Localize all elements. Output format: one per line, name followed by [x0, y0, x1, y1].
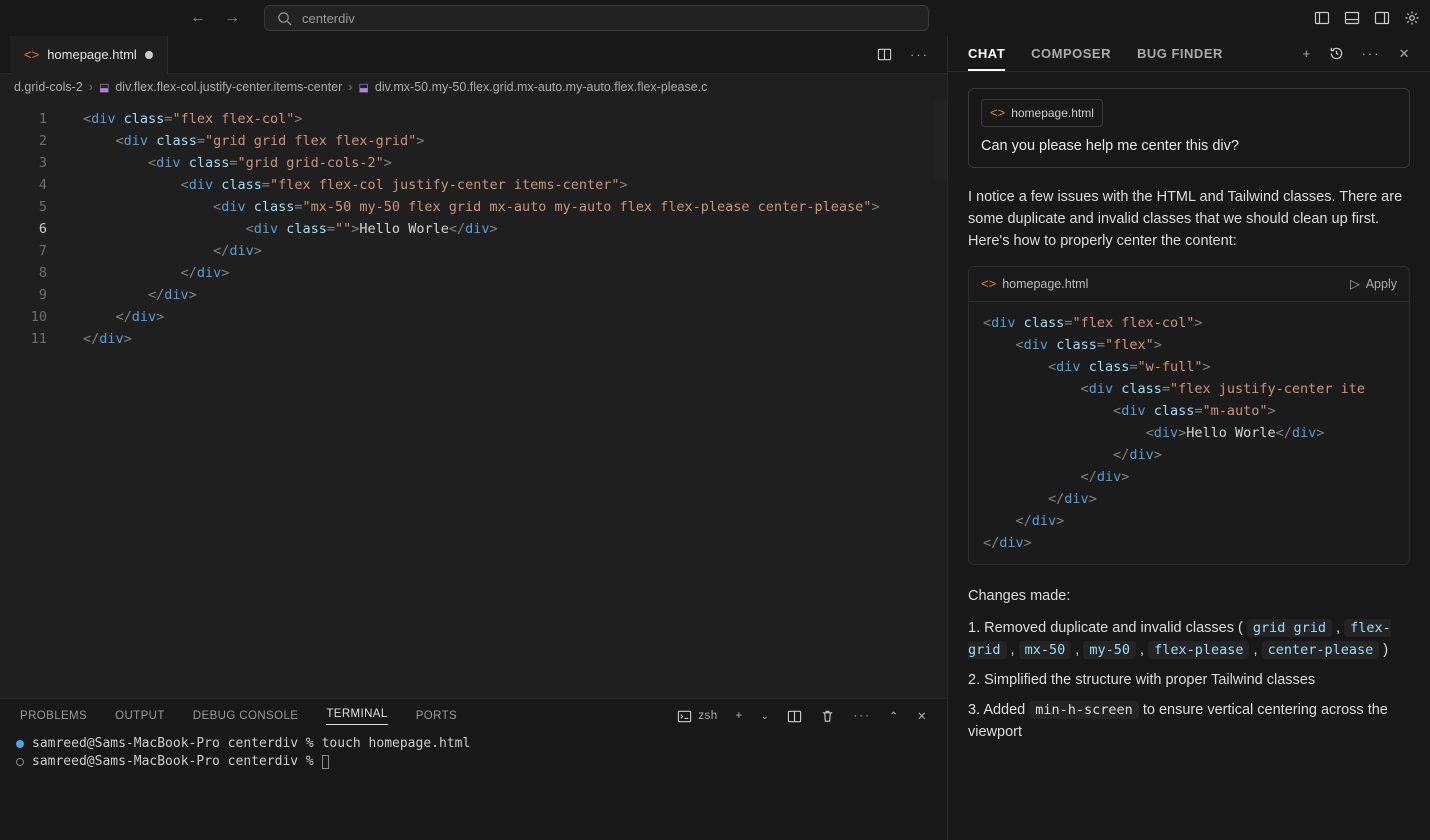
- titlebar: ← → centerdiv: [0, 0, 1430, 36]
- terminal-icon: [677, 709, 692, 724]
- changes-heading: Changes made:: [968, 585, 1410, 607]
- html-file-icon: <>: [990, 102, 1005, 124]
- html-file-icon: <>: [981, 273, 996, 295]
- code-file-label: homepage.html: [1002, 273, 1088, 295]
- tab-label: homepage.html: [47, 47, 137, 62]
- new-terminal-icon[interactable]: +: [736, 710, 743, 722]
- context-chip[interactable]: <>homepage.html: [981, 99, 1103, 127]
- apply-button[interactable]: ▷Apply: [1350, 273, 1397, 295]
- panel-tab-debug[interactable]: DEBUG CONSOLE: [193, 710, 299, 722]
- panel-tab-terminal[interactable]: TERMINAL: [326, 708, 387, 725]
- user-text: Can you please help me center this div?: [981, 135, 1397, 157]
- user-message: <>homepage.html Can you please help me c…: [968, 88, 1410, 168]
- nav-back-icon[interactable]: ←: [190, 9, 206, 27]
- breadcrumb-seg: d.grid-cols-2: [14, 80, 83, 94]
- cursor-icon: [322, 755, 329, 769]
- html-file-icon: <>: [24, 47, 39, 62]
- modified-dot-icon: [145, 51, 153, 59]
- breadcrumb-seg: div.mx-50.my-50.flex.grid.mx-auto.my-aut…: [375, 80, 708, 94]
- search-icon: [277, 11, 292, 26]
- search-text: centerdiv: [302, 11, 355, 26]
- breadcrumb[interactable]: d.grid-cols-2 › ⬓ div.flex.flex-col.just…: [0, 74, 947, 100]
- assistant-paragraph: I notice a few issues with the HTML and …: [968, 186, 1410, 252]
- line-gutter: 1234567891011: [0, 100, 65, 698]
- command-search-input[interactable]: centerdiv: [264, 5, 929, 31]
- close-icon[interactable]: ✕: [1399, 46, 1410, 62]
- symbol-icon: ⬓: [99, 81, 109, 94]
- tab-bugfinder[interactable]: BUG FINDER: [1137, 46, 1223, 61]
- editor-tabs: <> homepage.html ···: [0, 36, 947, 74]
- panel-tab-problems[interactable]: PROBLEMS: [20, 710, 87, 722]
- terminal[interactable]: samreed@Sams-MacBook-Pro centerdiv % tou…: [0, 733, 947, 840]
- terminal-shell-label[interactable]: zsh: [677, 709, 717, 724]
- history-icon[interactable]: [1329, 46, 1344, 61]
- panel-tab-output[interactable]: OUTPUT: [115, 710, 165, 722]
- split-editor-icon[interactable]: [877, 47, 892, 62]
- play-icon: ▷: [1350, 273, 1360, 295]
- code-suggestion: <> homepage.html ▷Apply <div class="flex …: [968, 266, 1410, 565]
- terminal-dropdown-icon[interactable]: ⌄: [761, 711, 770, 722]
- chat-body: <>homepage.html Can you please help me c…: [948, 72, 1430, 840]
- split-terminal-icon[interactable]: [787, 709, 802, 724]
- chevron-up-icon[interactable]: ⌃: [889, 709, 899, 723]
- terminal-line: samreed@Sams-MacBook-Pro centerdiv %: [32, 753, 314, 771]
- tab-composer[interactable]: COMPOSER: [1031, 46, 1111, 61]
- layout-left-icon[interactable]: [1314, 10, 1330, 26]
- more-icon[interactable]: ···: [853, 710, 871, 722]
- code-content: <div class="flex flex-col"> <div class="…: [969, 302, 1409, 564]
- terminal-line: samreed@Sams-MacBook-Pro centerdiv % tou…: [32, 735, 470, 753]
- layout-bottom-icon[interactable]: [1344, 10, 1360, 26]
- bullet-icon: [16, 740, 24, 748]
- bullet-icon: [16, 758, 24, 766]
- more-actions-icon[interactable]: ···: [910, 47, 929, 62]
- tab-chat[interactable]: CHAT: [968, 46, 1005, 71]
- code-content: <div class="flex flex-col"> <div class="…: [65, 100, 947, 698]
- breadcrumb-seg: div.flex.flex-col.justify-center.items-c…: [115, 80, 342, 94]
- more-icon[interactable]: ···: [1362, 46, 1381, 62]
- tab-homepage[interactable]: <> homepage.html: [10, 36, 168, 74]
- trash-icon[interactable]: [820, 709, 835, 724]
- change-item: 3. Added min-h-screen to ensure vertical…: [968, 699, 1410, 743]
- close-panel-icon[interactable]: ✕: [917, 709, 927, 723]
- panel-tab-ports[interactable]: PORTS: [416, 710, 457, 722]
- symbol-icon: ⬓: [358, 81, 368, 94]
- gear-icon[interactable]: [1404, 10, 1420, 26]
- nav-forward-icon[interactable]: →: [224, 9, 240, 27]
- code-editor[interactable]: 1234567891011 <div class="flex flex-col"…: [0, 100, 947, 698]
- minimap[interactable]: [933, 100, 947, 180]
- change-item: 1. Removed duplicate and invalid classes…: [968, 617, 1410, 661]
- new-chat-icon[interactable]: +: [1303, 46, 1311, 62]
- change-item: 2. Simplified the structure with proper …: [968, 669, 1410, 691]
- layout-right-icon[interactable]: [1374, 10, 1390, 26]
